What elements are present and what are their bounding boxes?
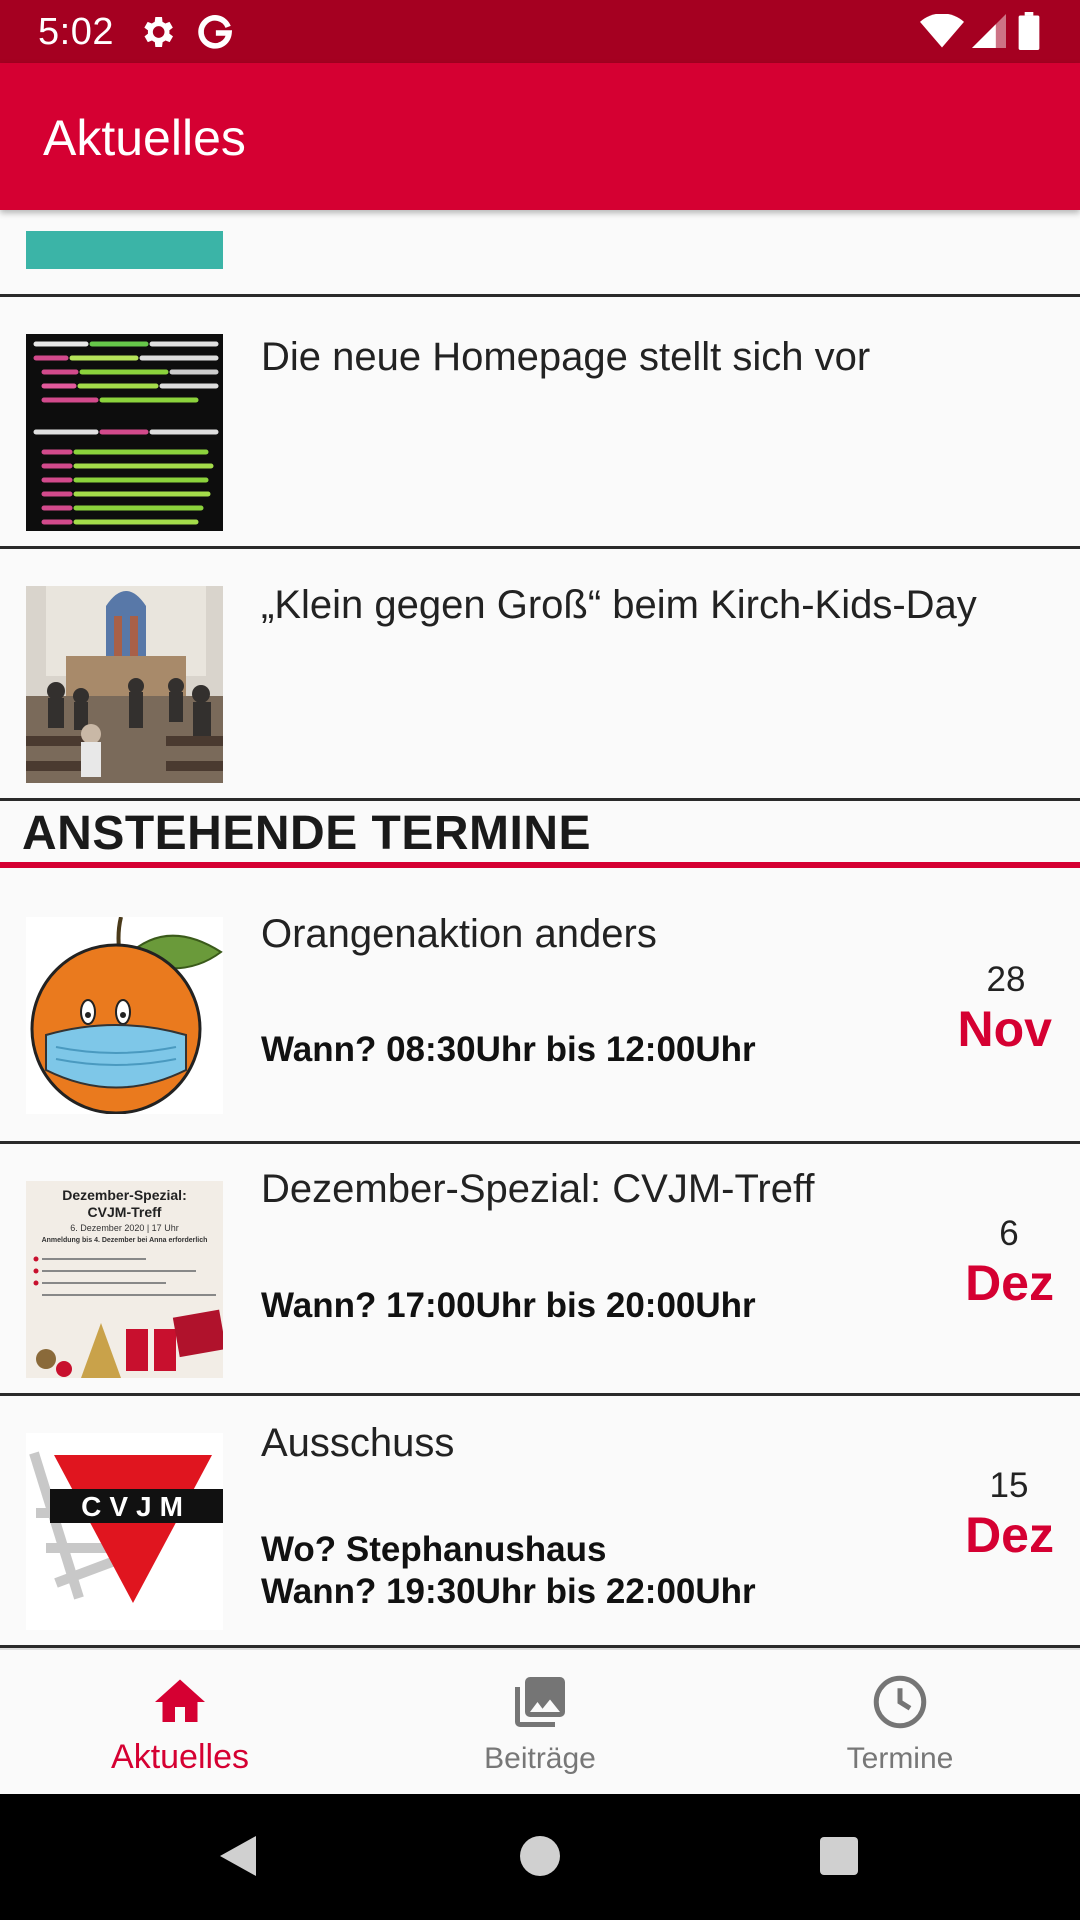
home-icon	[155, 1679, 205, 1722]
event-title: Orangenaktion anders	[261, 912, 657, 956]
page-title: Aktuelles	[43, 110, 246, 166]
signal-icon	[972, 14, 1006, 48]
flyer-line: Anmeldung bis 4. Dezember bei Anna erfor…	[41, 1237, 208, 1244]
divider	[0, 798, 1080, 801]
post-title: „Klein gegen Groß“ beim Kirch-Kids-Day	[261, 583, 977, 627]
nav-tab-termine[interactable]: Termine	[720, 1650, 1080, 1796]
event-item[interactable]: Orangenaktion anders Wann? 08:30Uhr bis …	[0, 868, 1080, 1142]
clock-icon	[873, 1675, 927, 1729]
event-month: Dez	[965, 1507, 1054, 1563]
photo-library-icon	[515, 1677, 565, 1727]
event-month: Nov	[957, 1001, 1052, 1057]
nav-tab-aktuelles[interactable]: Aktuelles	[0, 1650, 360, 1796]
battery-icon	[1018, 12, 1040, 50]
settings-icon	[144, 17, 173, 47]
section-title: ANSTEHENDE TERMINE	[22, 807, 592, 860]
home-circle-icon[interactable]	[518, 1834, 562, 1878]
nav-label: Beiträge	[484, 1742, 596, 1775]
event-day: 28	[986, 960, 1026, 999]
event-item[interactable]: CVJM Ausschuss Wo? Stephanushaus Wann? 1…	[0, 1396, 1080, 1648]
cvjm-logo-text: CVJM	[81, 1491, 191, 1522]
news-feed[interactable]: Die neue Homepage stellt sich vor „Klein…	[0, 210, 1080, 1648]
bottom-navigation: Aktuelles Beiträge Termine	[0, 1648, 1080, 1794]
flyer-line: 6. Dezember 2020 | 17 Uhr	[70, 1223, 179, 1233]
status-bar: 5:02	[0, 0, 1080, 63]
post-item[interactable]: Die neue Homepage stellt sich vor	[0, 297, 1080, 546]
google-icon	[198, 15, 233, 49]
recents-icon[interactable]	[818, 1835, 860, 1877]
flyer-thumbnail: Dezember-Spezial: CVJM-Treff 6. Dezember…	[26, 1181, 223, 1378]
event-time: Wann? 17:00Uhr bis 20:00Uhr	[261, 1286, 756, 1325]
event-month: Dez	[965, 1255, 1054, 1311]
flyer-line: CVJM-Treff	[87, 1204, 162, 1220]
nav-label: Termine	[846, 1742, 954, 1775]
nav-label: Aktuelles	[111, 1738, 249, 1776]
event-item[interactable]: Dezember-Spezial: CVJM-Treff 6. Dezember…	[0, 1144, 1080, 1394]
system-navigation-bar	[0, 1794, 1080, 1920]
wifi-icon	[920, 14, 964, 48]
church-photo-thumbnail	[26, 586, 223, 783]
code-thumbnail	[26, 334, 223, 531]
post-title: Die neue Homepage stellt sich vor	[261, 335, 871, 379]
status-time: 5:02	[38, 11, 114, 53]
post-thumbnail-partial[interactable]	[26, 231, 223, 269]
cvjm-logo-thumbnail: CVJM	[26, 1433, 223, 1630]
event-time: Wann? 19:30Uhr bis 22:00Uhr	[261, 1572, 756, 1611]
event-time: Wann? 08:30Uhr bis 12:00Uhr	[261, 1030, 756, 1069]
flyer-line: Dezember-Spezial:	[62, 1187, 187, 1203]
event-day: 6	[999, 1214, 1019, 1253]
event-day: 15	[989, 1466, 1029, 1505]
event-location: Wo? Stephanushaus	[261, 1530, 607, 1569]
event-title: Dezember-Spezial: CVJM-Treff	[261, 1167, 815, 1211]
back-icon[interactable]	[216, 1832, 260, 1880]
app-bar: Aktuelles	[0, 63, 1080, 210]
orange-mask-thumbnail	[26, 917, 223, 1114]
nav-tab-beitraege[interactable]: Beiträge	[360, 1650, 720, 1796]
post-item[interactable]: „Klein gegen Groß“ beim Kirch-Kids-Day	[0, 549, 1080, 798]
event-title: Ausschuss	[261, 1421, 455, 1465]
